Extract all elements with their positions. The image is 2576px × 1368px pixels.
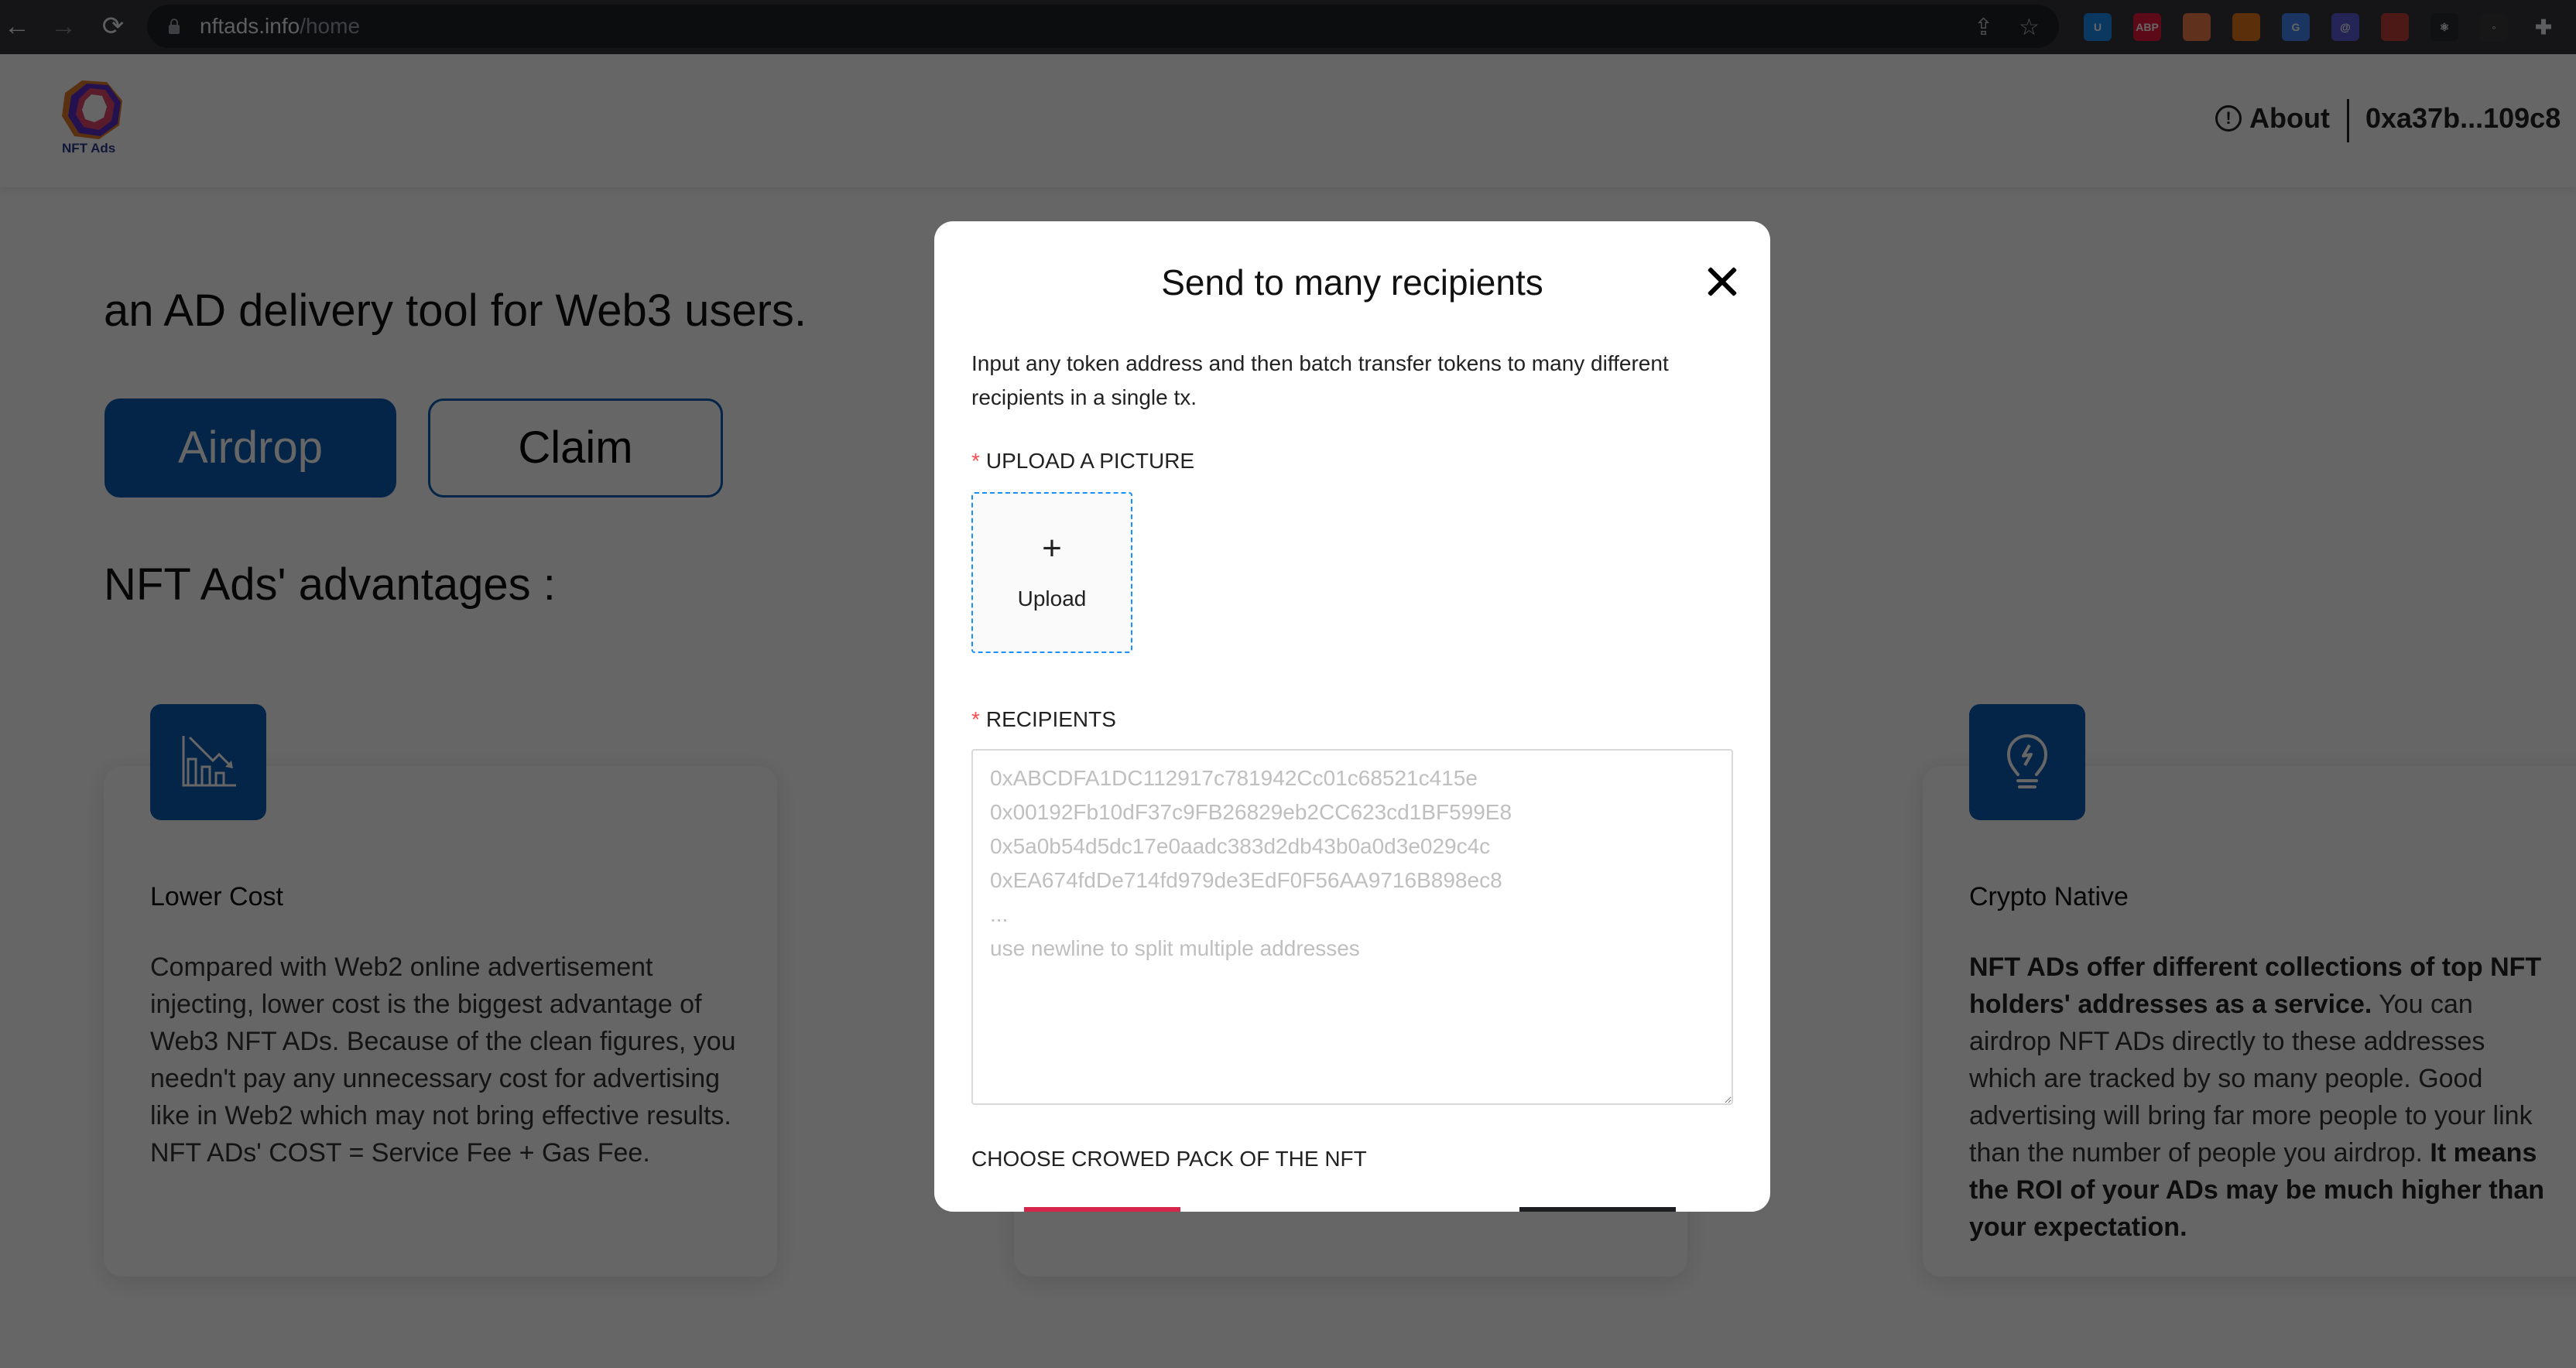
recipients-label-text: RECIPIENTS: [985, 707, 1116, 731]
required-marker: *: [971, 449, 980, 473]
upload-field-label: * UPLOAD A PICTURE: [971, 449, 1194, 474]
upload-picture-button[interactable]: + Upload: [971, 492, 1132, 653]
pack-field-label: CHOOSE CROWED PACK OF THE NFT: [971, 1147, 1367, 1171]
recipients-field-label: * RECIPIENTS: [971, 707, 1116, 732]
plus-icon: +: [1042, 529, 1062, 567]
upload-label-text: UPLOAD A PICTURE: [985, 449, 1195, 473]
required-marker: *: [971, 707, 980, 731]
modal-title: Send to many recipients: [1161, 262, 1543, 303]
recipients-textarea[interactable]: [971, 749, 1733, 1105]
pack-option-red[interactable]: [1024, 1207, 1180, 1212]
send-to-many-modal: Send to many recipients Input any token …: [934, 221, 1770, 1212]
pack-option-dark[interactable]: [1519, 1207, 1676, 1212]
modal-description: Input any token address and then batch t…: [971, 351, 1669, 409]
upload-button-label: Upload: [1017, 587, 1087, 610]
close-icon[interactable]: [1705, 265, 1739, 299]
